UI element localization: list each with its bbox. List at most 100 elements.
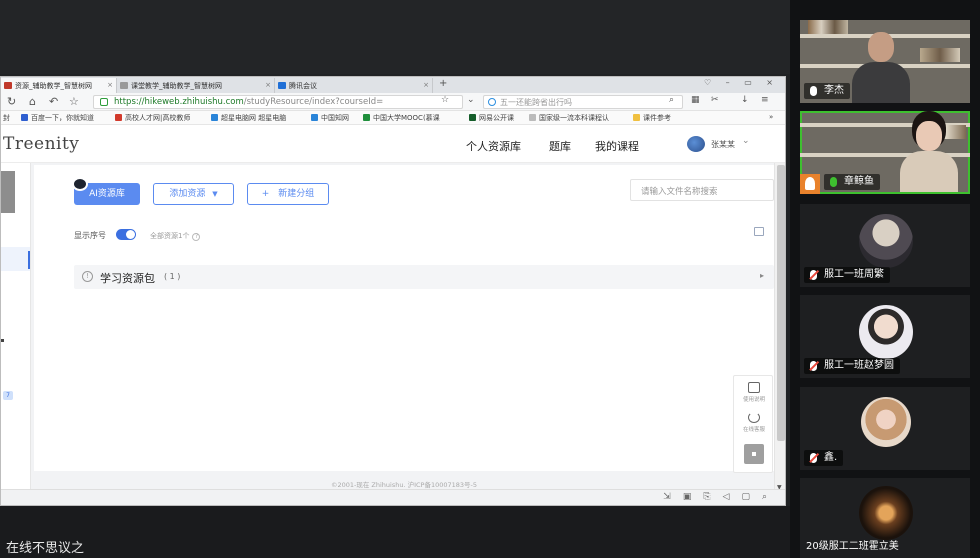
undo-icon[interactable]: ↶ [49,95,58,108]
books [920,48,960,62]
tab-tencent-meeting[interactable]: 腾讯会议 × [275,78,433,93]
tab-classroom[interactable]: 课堂教学_辅助教学_智慧树网 × [117,78,275,93]
new-tab-icon[interactable]: + [439,78,447,89]
participant-tile[interactable]: 李杰 [800,20,970,103]
bookmark-item[interactable]: 中国知网 [311,113,349,123]
participant-video [900,121,958,192]
scroll-thumb[interactable] [777,165,785,441]
package-count: ( 1 ) [164,272,181,281]
bookmark-item[interactable]: 超星电脑网 超星电脑 [211,113,286,123]
window-controls[interactable]: ♡ – ▭ × [704,78,779,87]
bookmark-item[interactable]: 国家级一流本科课程认 [529,113,609,123]
floating-toolbar: 使用说明 在线客服 [733,375,773,473]
bookmark-item[interactable]: 百度一下，你就知道 [21,113,94,123]
zhihuishu-icon [4,82,12,89]
bookmark-item[interactable]: 中国大学MOOC(慕课 [363,113,440,123]
folder-icon [633,114,640,121]
menu-icon[interactable]: ≡ [761,95,769,105]
participant-avatar [859,214,913,268]
participant-name: 20级服工二班霍立美 [806,541,899,552]
participant-name: 李杰 [804,83,850,99]
browser-window: 资源_辅助教学_智慧树网 × 课堂教学_辅助教学_智慧树网 × 腾讯会议 × +… [0,76,786,506]
user-name[interactable]: 张某某 [711,139,735,150]
netease-icon [469,114,476,121]
list-view-icon[interactable] [754,227,764,236]
help-icon[interactable]: ? [192,233,201,241]
close-icon[interactable]: × [423,81,429,89]
bookmark-star-icon[interactable]: ☆ [441,95,449,105]
robot-icon [72,177,88,191]
torso [900,151,958,192]
refresh-icon[interactable]: ↻ [7,95,16,108]
search-icon[interactable]: ⌕ [669,95,674,105]
mooc-icon [363,114,370,121]
books [808,20,848,34]
status-icons[interactable]: ⇲▣⎘◁▢⌕ [663,492,779,502]
site-logo[interactable]: Treenity [3,134,79,154]
search-engine-icon [488,98,496,106]
bookmark-item[interactable]: 网易公开课 [469,113,514,123]
left-sidebar: 7 [1,163,31,505]
face [916,121,942,151]
nav-personal-library[interactable]: 个人资源库 [466,138,521,154]
close-icon[interactable]: × [265,81,271,89]
participant-avatar [859,486,913,540]
star-icon[interactable]: ☆ [69,95,79,108]
participant-tile[interactable]: 20级服工二班霍立美 [800,478,970,558]
chevron-right-icon[interactable]: ▸ [760,271,764,280]
add-resource-button[interactable]: 添加资源 ▼ [153,183,234,205]
dropdown-icon[interactable]: ⌄ [467,95,475,105]
browser-status-bar: ⇲▣⎘◁▢⌕ [1,489,785,505]
participant-avatar [859,305,913,359]
participant-tile[interactable]: 服工一班赵梦圆 [800,295,970,378]
desktop-top [0,0,790,74]
desktop-area: 资源_辅助教学_智慧树网 × 课堂教学_辅助教学_智慧树网 × 腾讯会议 × +… [0,0,790,558]
show-serial-toggle[interactable] [116,229,136,240]
subtitle-caption: 在线不思议之 [6,541,85,556]
home-icon[interactable]: ⌂ [29,95,36,108]
face [868,32,894,62]
qr-code-button[interactable] [734,444,774,466]
microphone-muted-icon [810,453,817,463]
vertical-scrollbar[interactable]: ▼ [774,163,785,493]
address-bar: ↻ ⌂ ↶ ☆ https://hikeweb.zhihuishu.com/st… [1,93,785,111]
headset-icon [748,412,760,423]
meeting-participants: 李杰 章鲸鱼 服工一班周繁 服工一班赵梦圆 鑫. 20级服工二班霍立美 [790,0,980,558]
qr-code-icon [744,444,764,464]
tab-resource[interactable]: 资源_辅助教学_智慧树网 × [1,78,117,93]
online-service-button[interactable]: 在线客服 [734,412,774,433]
participant-name: 章鲸鱼 [824,174,880,190]
url-input[interactable]: https://hikeweb.zhihuishu.com/studyResou… [93,95,463,109]
participant-tile[interactable]: 鑫. [800,387,970,470]
caret-down-icon: ▼ [212,190,218,198]
scissors-icon[interactable]: ✂ [711,95,719,105]
sidebar-thumbnail[interactable] [1,171,15,213]
file-search-input[interactable]: 请输入文件名称搜索 [630,179,774,201]
page-icon [120,82,128,89]
bookmark-item[interactable]: 课件参考 [633,113,671,123]
participant-name: 服工一班赵梦圆 [804,358,900,374]
resource-package-row[interactable]: ! 学习资源包 ( 1 ) ▸ [74,265,774,289]
cnki-icon [311,114,318,121]
expand-circle-icon[interactable]: ! [82,271,93,282]
browser-search-input[interactable]: 五一还能跨省出行吗 [483,95,683,109]
more-bookmarks-icon[interactable]: » [769,113,773,121]
sidebar-dot [1,339,4,342]
package-title: 学习资源包 [100,272,155,285]
nav-my-courses[interactable]: 我的课程 [595,138,639,154]
microphone-active-icon [830,177,837,187]
nav-question-bank[interactable]: 题库 [549,138,571,154]
apps-icon[interactable]: ▦ [691,95,700,105]
participant-tile[interactable]: 服工一班周繁 [800,204,970,287]
sidebar-item-active[interactable] [1,247,30,271]
new-group-button[interactable]: + 新建分组 [247,183,329,205]
participant-video [852,32,910,103]
usage-guide-button[interactable]: 使用说明 [734,382,774,403]
chevron-down-icon[interactable]: ⌄ [742,136,750,146]
user-avatar[interactable] [687,136,705,152]
download-icon[interactable]: ↓ [741,95,749,105]
participant-tile-speaking[interactable]: 章鲸鱼 [800,111,970,194]
torso [852,62,910,103]
close-icon[interactable]: × [107,81,113,89]
bookmark-item[interactable]: 高校人才网|高校教师 [115,113,190,123]
